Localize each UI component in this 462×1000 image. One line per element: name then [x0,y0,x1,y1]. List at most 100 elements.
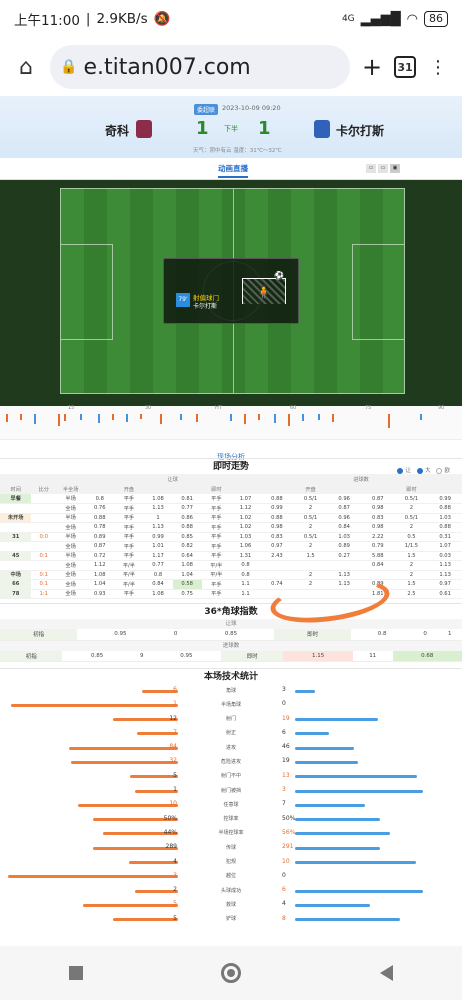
timeline-event-mark[interactable] [34,414,36,424]
recents-button[interactable] [69,966,84,980]
home-stat-bar [11,703,178,707]
page-content: 委超联 2023-10-09 09:20 奇科 1 下半 1 卡尔打斯 天气：阴… [0,96,462,946]
timeline-event-mark[interactable] [230,414,232,421]
view-toggle-icon[interactable]: ▭ [378,164,388,173]
away-team-crest-icon[interactable] [314,120,330,138]
timeline-event-mark[interactable] [420,414,422,420]
table-cell [0,541,32,552]
home-team-crest-icon[interactable] [136,120,152,138]
timeline-event-mark[interactable] [288,414,290,426]
table-cell: 0.03 [428,551,462,561]
table-cell [260,570,294,580]
timeline-event-mark[interactable] [126,414,128,422]
table-cell: 平手 [114,494,144,504]
stat-row: 1 射门被挡 3 [0,784,462,798]
table-cell: 1.03 [428,513,462,523]
table-cell: 平手 [201,579,231,590]
home-icon[interactable]: ⌂ [8,55,44,80]
away-team-name[interactable]: 卡尔打斯 [336,122,384,139]
event-timeline[interactable]: 15 30 HT 60 75 90 [0,405,462,440]
table-cell: 1.07 [428,541,462,552]
trend-section-title: 即时走势 让 大 欧 [0,458,462,474]
timeline-event-mark[interactable] [80,414,82,420]
table-cell: 1.04 [85,579,115,590]
table-cell: 初指 [0,650,63,662]
table-cell: 中场 [0,570,32,580]
timeline-event-mark[interactable] [332,414,334,422]
col-half-full: 半全场 [56,484,86,494]
timeline-event-mark[interactable] [98,414,100,423]
new-tab-button[interactable]: + [356,53,388,81]
table-cell: 0.89 [85,532,115,542]
timeline-event-mark[interactable] [64,414,66,421]
tab-switcher-button[interactable]: 31 [394,56,416,78]
menu-icon[interactable]: ⋮ [422,57,454,78]
table-cell [31,541,57,552]
timeline-label: 75 [365,405,372,411]
league-tag[interactable]: 委超联 [194,104,219,115]
col-time: 时间 [0,484,32,494]
table-row: 45 0:1 半场 0.72 平手 1.17 0.64 平手 1.31 2.43 1.5 0.27 5.… [0,551,462,561]
table-cell: 1.13 [327,570,361,580]
timeline-event-mark[interactable] [318,414,320,420]
table-cell: 半场 [56,494,86,504]
filter-europe[interactable]: 欧 [436,463,450,479]
filter-handicap[interactable]: 让 [397,463,411,479]
home-stat-bar [137,732,178,736]
back-button[interactable] [379,965,393,981]
timeline-event-mark[interactable] [180,414,182,420]
address-bar[interactable]: 🔒 e.titan007.com [50,45,350,89]
live-pitch[interactable]: 79' 射偏球门 卡尔打斯 🧍 ⚽ [0,180,462,406]
home-stat-bar [69,746,178,750]
table-cell: 0.5/1 [293,513,328,523]
home-stat-value: 4 [173,857,177,865]
timeline-event-mark[interactable] [388,414,390,428]
clock: 上午11:00 [14,13,80,29]
timeline-event-mark[interactable] [196,414,198,422]
table-cell: 平手 [114,551,144,561]
stat-row: 7 射正 6 [0,727,462,741]
timeline-event-mark[interactable] [58,414,60,426]
wifi-icon: ◠ [406,11,418,27]
status-bar: 上午11:00 | 2.9KB/s 🔕 4G ▂▄▆█ ◠ 86 [0,0,462,38]
timeline-event-mark[interactable] [258,414,260,420]
timeline-event-mark[interactable] [244,414,246,424]
timeline-event-mark[interactable] [112,414,114,420]
timeline-event-mark[interactable] [6,414,8,422]
table-cell: 2 [293,570,328,580]
view-toggle-icon[interactable]: ▭ [366,164,376,173]
table-cell: 0.74 [260,579,294,590]
table-cell [31,503,57,514]
away-stat-value: 19 [282,757,290,765]
home-button[interactable] [221,963,242,983]
table-cell: 2 [293,541,328,552]
timeline-event-mark[interactable] [302,414,304,421]
table-cell [0,503,32,514]
table-cell: 平手 [201,532,231,542]
away-stat-bar [295,760,358,764]
view-toggle-icon[interactable]: ▣ [390,164,400,173]
net-speed: 2.9KB/s [96,11,148,27]
timeline-event-mark[interactable] [140,414,142,419]
home-team-name[interactable]: 奇科 [105,122,129,139]
event-popup: 79' 射偏球门 卡尔打斯 🧍 ⚽ [163,258,299,324]
away-stat-value: 10 [282,857,290,865]
away-stat-value: 3 [282,686,286,693]
table-cell: 1:1 [31,589,57,599]
timeline-label: HT [215,405,222,411]
timeline-event-mark[interactable] [274,414,276,423]
home-stat-value: 10 [169,800,177,808]
tab-animation-live[interactable]: 动画直播 [218,163,248,178]
away-stat-value: 6 [282,728,286,736]
stat-row: 1 半场角球 0 [0,698,462,712]
table-cell: 0.27 [327,551,361,561]
stat-name: 射门不中 [220,773,241,780]
table-cell: 0.5 [394,532,429,542]
home-stat-bar [78,803,178,807]
timeline-label: 60 [290,405,297,411]
timeline-event-mark[interactable] [160,414,162,424]
home-stat-value: 289 [165,843,177,851]
filter-total[interactable]: 大 [416,463,430,479]
home-stat-value: 1 [173,786,177,794]
timeline-event-mark[interactable] [20,414,22,420]
